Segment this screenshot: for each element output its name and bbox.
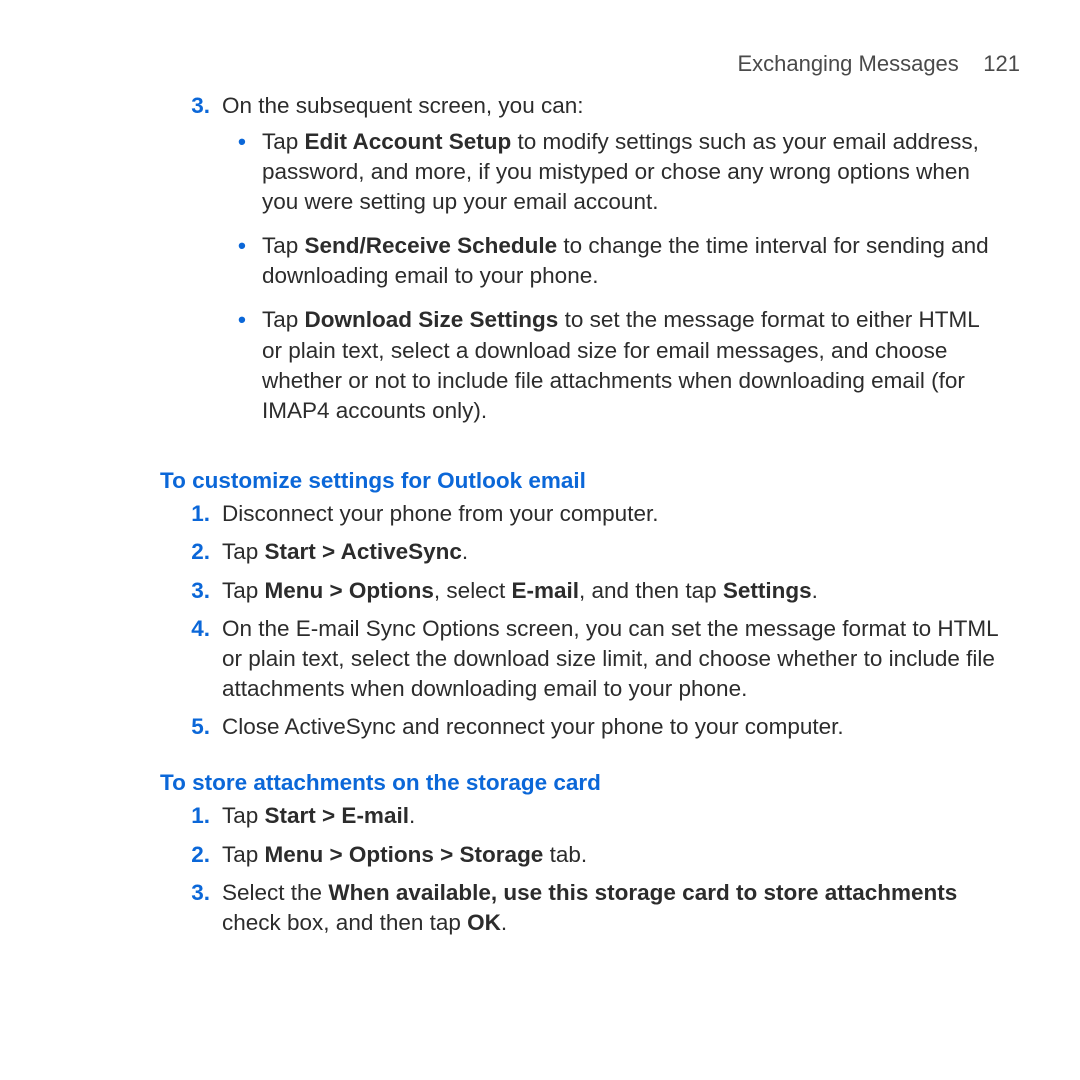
bold: Send/Receive Schedule (305, 233, 558, 258)
step-number-1: 1. (160, 499, 222, 529)
t: . (812, 578, 818, 603)
section3-step1: 1. Tap Start > E-mail. (160, 801, 1020, 831)
bold: Start > ActiveSync (265, 539, 462, 564)
bold: E-mail (511, 578, 579, 603)
step-number-3: 3. (160, 878, 222, 938)
t: Tap (222, 803, 265, 828)
bullet-text: Tap Download Size Settings to set the me… (262, 305, 1020, 426)
t: , select (434, 578, 512, 603)
t: Tap Start > ActiveSync. (222, 537, 1020, 567)
step-number-4: 4. (160, 614, 222, 704)
t: Select the When available, use this stor… (222, 878, 1020, 938)
section3-step2: 2. Tap Menu > Options > Storage tab. (160, 840, 1020, 870)
t: Tap (222, 539, 265, 564)
page-header: Exchanging Messages 121 (160, 50, 1020, 79)
t: Select the (222, 880, 328, 905)
bold: Settings (723, 578, 812, 603)
step-number-5: 5. (160, 712, 222, 742)
section2-step2: 2. Tap Start > ActiveSync. (160, 537, 1020, 567)
section1-step3-body: On the subsequent screen, you can: • Tap… (222, 91, 1020, 440)
t: Tap (262, 233, 305, 258)
section2-step1: 1. Disconnect your phone from your compu… (160, 499, 1020, 529)
section3-list: 1. Tap Start > E-mail. 2. Tap Menu > Opt… (160, 801, 1020, 938)
bullet-icon: • (222, 305, 262, 426)
section1-list: 3. On the subsequent screen, you can: • … (160, 91, 1020, 440)
bold: When available, use this storage card to… (328, 880, 957, 905)
t: Tap Menu > Options > Storage tab. (222, 840, 1020, 870)
document-page: Exchanging Messages 121 3. On the subseq… (0, 0, 1080, 1080)
t: Tap (262, 307, 305, 332)
bold: OK (467, 910, 501, 935)
step-number-1: 1. (160, 801, 222, 831)
section1-step3-intro: On the subsequent screen, you can: (222, 93, 583, 118)
bullet-text: Tap Send/Receive Schedule to change the … (262, 231, 1020, 291)
section1-bullets: • Tap Edit Account Setup to modify setti… (222, 127, 1020, 426)
bold: Edit Account Setup (305, 129, 512, 154)
bullet-edit-account: • Tap Edit Account Setup to modify setti… (222, 127, 1020, 217)
t: . (501, 910, 507, 935)
t: Tap Start > E-mail. (222, 801, 1020, 831)
section3-step3: 3. Select the When available, use this s… (160, 878, 1020, 938)
bold: Start > E-mail (265, 803, 409, 828)
t: Tap (222, 842, 265, 867)
section2-step5: 5. Close ActiveSync and reconnect your p… (160, 712, 1020, 742)
bullet-icon: • (222, 231, 262, 291)
section-title: Exchanging Messages (737, 51, 958, 76)
page-number: 121 (983, 51, 1020, 76)
step-number-3: 3. (160, 576, 222, 606)
bullet-send-receive: • Tap Send/Receive Schedule to change th… (222, 231, 1020, 291)
bold: Menu > Options > Storage (265, 842, 544, 867)
t: . (462, 539, 468, 564)
header-spaces (965, 51, 977, 76)
step-number-2: 2. (160, 840, 222, 870)
section1-step3: 3. On the subsequent screen, you can: • … (160, 91, 1020, 440)
t: , and then tap (579, 578, 723, 603)
bold: Download Size Settings (305, 307, 559, 332)
step-number-3: 3. (160, 91, 222, 440)
t: Close ActiveSync and reconnect your phon… (222, 712, 1020, 742)
bullet-text: Tap Edit Account Setup to modify setting… (262, 127, 1020, 217)
section2-heading: To customize settings for Outlook email (160, 466, 1020, 495)
bullet-download-size: • Tap Download Size Settings to set the … (222, 305, 1020, 426)
t: Tap Menu > Options, select E-mail, and t… (222, 576, 1020, 606)
t: tab. (543, 842, 587, 867)
t: Tap (262, 129, 305, 154)
section2-list: 1. Disconnect your phone from your compu… (160, 499, 1020, 742)
t: Tap (222, 578, 265, 603)
t: On the E-mail Sync Options screen, you c… (222, 614, 1020, 704)
t: . (409, 803, 415, 828)
t: Disconnect your phone from your computer… (222, 499, 1020, 529)
section2-step4: 4. On the E-mail Sync Options screen, yo… (160, 614, 1020, 704)
bold: Menu > Options (265, 578, 434, 603)
t: check box, and then tap (222, 910, 467, 935)
section2-step3: 3. Tap Menu > Options, select E-mail, an… (160, 576, 1020, 606)
bullet-icon: • (222, 127, 262, 217)
step-number-2: 2. (160, 537, 222, 567)
section3-heading: To store attachments on the storage card (160, 768, 1020, 797)
